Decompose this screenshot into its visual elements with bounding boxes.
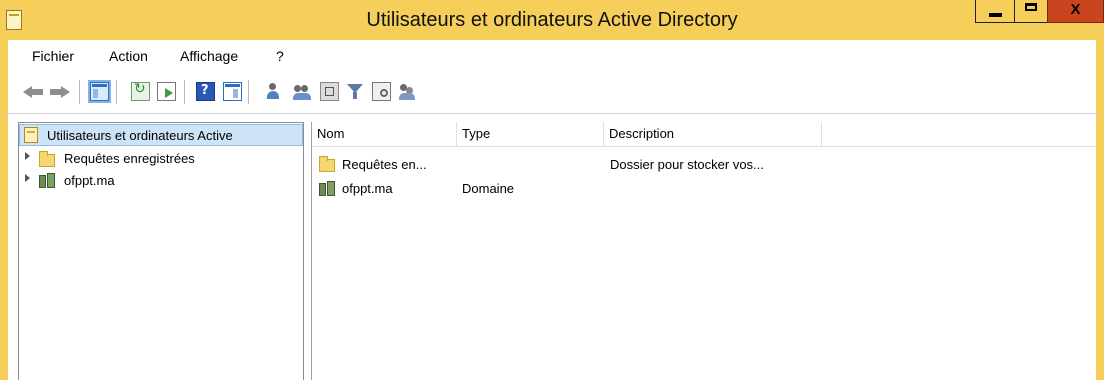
folder-icon [319,156,335,172]
toolbar-separator [79,80,80,104]
help-icon[interactable] [196,82,215,101]
cell-name: ofppt.ma [342,181,393,196]
domain-icon [319,181,335,197]
expand-arrow-icon[interactable] [25,174,30,182]
show-hide-action-pane-icon[interactable] [223,82,242,101]
menu-fichier[interactable]: Fichier [32,48,74,64]
toolbar-separator [184,80,185,104]
toolbar-separator [116,80,117,104]
refresh-icon[interactable] [131,81,150,101]
window-frame-left [0,114,8,380]
details-list: Nom Type Description Requêtes en... Doss… [311,122,1097,380]
menu-bar: Fichier Action Affichage ? [0,40,1104,72]
domain-icon [39,173,55,189]
window-title: Utilisateurs et ordinateurs Active Direc… [366,9,738,31]
close-button[interactable] [1047,0,1104,23]
back-arrow-icon[interactable] [23,82,45,101]
list-header: Nom Type Description [312,122,1097,147]
cell-name: Requêtes en... [342,157,427,172]
tree-root-item[interactable]: Utilisateurs et ordinateurs Active [19,124,303,146]
forward-arrow-icon[interactable] [50,82,72,101]
cell-description: Dossier pour stocker vos... [610,157,764,172]
column-description[interactable]: Description [604,122,822,146]
cell-type: Domaine [462,181,515,196]
tree-item-label: ofppt.ma [64,173,115,188]
column-nom[interactable]: Nom [312,122,457,146]
column-type[interactable]: Type [457,122,604,146]
window-frame-right [1096,114,1104,380]
toolbar [0,72,1104,114]
window: Utilisateurs et ordinateurs Active Direc… [0,0,1104,380]
new-group-icon[interactable] [293,82,312,101]
filter-icon[interactable] [346,82,365,101]
column-label: Nom [317,126,345,141]
add-to-group-icon[interactable] [398,82,417,101]
folder-icon [39,151,55,167]
new-user-icon[interactable] [266,82,285,101]
tree-item-label: Requêtes enregistrées [64,151,195,166]
menu-help[interactable]: ? [276,48,284,64]
title-bar[interactable]: Utilisateurs et ordinateurs Active Direc… [0,0,1104,40]
ad-root-icon [24,127,38,143]
console-tree: Utilisateurs et ordinateurs Active Requê… [18,122,304,380]
export-list-icon[interactable] [157,82,176,101]
tree-root-label: Utilisateurs et ordinateurs Active [47,128,233,143]
content-area: Utilisateurs et ordinateurs Active Requê… [0,114,1104,380]
tree-item-requetes[interactable]: Requêtes enregistrées [19,148,303,170]
find-icon[interactable] [372,82,391,101]
menu-action[interactable]: Action [109,48,148,64]
tree-item-domain[interactable]: ofppt.ma [19,170,303,192]
show-hide-console-tree-icon[interactable] [88,80,111,103]
column-label: Description [609,126,675,141]
expand-arrow-icon[interactable] [25,152,30,160]
list-row[interactable]: Requêtes en... Dossier pour stocker vos.… [312,153,1097,177]
column-label: Type [462,126,491,141]
menu-affichage[interactable]: Affichage [180,48,238,64]
maximize-button[interactable] [1014,0,1048,23]
toolbar-separator [248,80,249,104]
minimize-button[interactable] [975,0,1015,23]
new-ou-icon[interactable] [320,82,339,101]
list-row[interactable]: ofppt.ma Domaine [312,177,1097,201]
